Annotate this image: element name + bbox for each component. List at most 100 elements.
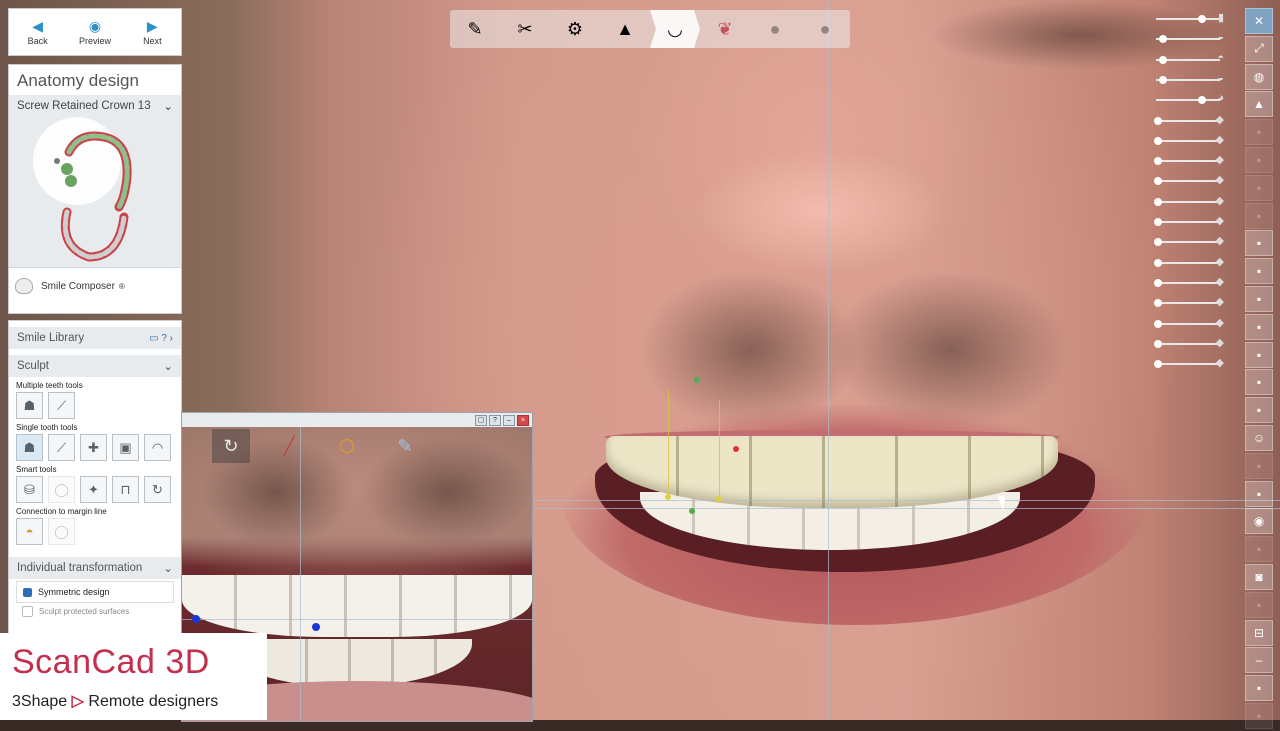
smart-crop-icon[interactable]: ⊓ bbox=[112, 476, 139, 503]
visibility-slider[interactable]: ◆ bbox=[1150, 276, 1224, 288]
slider-knob[interactable] bbox=[1154, 157, 1162, 166]
single-tooth-sculpt-icon[interactable]: ☗ bbox=[16, 434, 43, 461]
screw-icon[interactable]: ◆ bbox=[1216, 275, 1224, 288]
flatten-icon[interactable]: ◠ bbox=[144, 434, 171, 461]
smart-rotate-icon[interactable]: ↻ bbox=[144, 476, 171, 503]
frame-icon[interactable]: ▪ bbox=[1245, 397, 1273, 424]
visibility-slider[interactable]: ◆ bbox=[1150, 235, 1224, 247]
smart-contact-icon[interactable]: ◯ bbox=[48, 476, 75, 503]
slider-knob[interactable] bbox=[1154, 319, 1162, 328]
cut-icon[interactable]: ◆ bbox=[1216, 133, 1224, 146]
slider-knob[interactable] bbox=[1154, 339, 1162, 348]
visibility-slider[interactable]: ◆ bbox=[1150, 154, 1224, 166]
split-icon[interactable]: ⊟ bbox=[1245, 619, 1273, 646]
margin-disconnect-icon[interactable]: ◯ bbox=[48, 518, 75, 545]
tooth-icon[interactable]: ◆ bbox=[1216, 153, 1224, 166]
preview-button[interactable]: ◉ Preview bbox=[66, 9, 123, 55]
add-material-icon[interactable]: ✚ bbox=[80, 434, 107, 461]
globe-icon[interactable]: ◍ bbox=[1245, 63, 1273, 90]
cap-step-icon[interactable]: ▲ bbox=[600, 10, 650, 48]
inset-guide[interactable] bbox=[300, 427, 301, 721]
cap-icon[interactable]: ◆ bbox=[1216, 113, 1224, 126]
implant-icon[interactable]: ◆ bbox=[1216, 255, 1224, 268]
tooth-view-icon[interactable]: ▪ bbox=[1245, 341, 1273, 368]
rotate-icon[interactable]: ↻ bbox=[212, 429, 250, 463]
visibility-slider[interactable]: ◆ bbox=[1150, 215, 1224, 227]
canine-guide-right[interactable] bbox=[719, 400, 720, 500]
points-icon[interactable]: ⬡ bbox=[328, 429, 366, 463]
help-icon[interactable]: ? bbox=[489, 414, 501, 426]
finish-step-icon[interactable]: ● bbox=[800, 10, 850, 48]
smile-composer-row[interactable]: Smile Composer ® bbox=[9, 268, 181, 304]
back-button[interactable]: ◀ Back bbox=[9, 9, 66, 55]
layer-icon[interactable]: ▪ bbox=[1245, 202, 1273, 229]
gingiva-icon[interactable]: ◓ bbox=[1217, 52, 1224, 64]
antagonist-icon[interactable]: ◒ bbox=[1217, 31, 1224, 43]
gingiva-step-icon[interactable]: ❦ bbox=[700, 10, 750, 48]
control-point[interactable] bbox=[192, 615, 200, 623]
abutment-view-icon[interactable]: ▪ bbox=[1245, 369, 1273, 396]
visibility-slider[interactable]: ◒ bbox=[1150, 31, 1224, 44]
restoration-selector[interactable]: Screw Retained Crown 13 ⌄ bbox=[9, 95, 181, 117]
margin-step-icon[interactable]: ✎ bbox=[450, 10, 500, 48]
visibility-slider[interactable]: ◓ bbox=[1150, 52, 1224, 65]
section-icon[interactable]: ▪ bbox=[1245, 313, 1273, 340]
multi-teeth-smooth-icon[interactable]: ⟋ bbox=[48, 392, 75, 419]
remove-material-icon[interactable]: ▣ bbox=[112, 434, 139, 461]
face-icon[interactable]: ◆ bbox=[1216, 234, 1224, 247]
tooth-chart[interactable] bbox=[9, 117, 181, 268]
sphere-icon[interactable]: ◉ bbox=[1245, 508, 1273, 535]
canine-guide-left[interactable] bbox=[668, 390, 669, 500]
slider-knob[interactable] bbox=[1198, 96, 1207, 105]
individual-transformation-header[interactable]: Individual transformation ⌄ bbox=[9, 557, 181, 579]
scan-icon[interactable]: ◒ bbox=[1217, 72, 1224, 84]
smile-icon[interactable]: ◆ bbox=[1216, 214, 1224, 227]
minimize-icon[interactable]: – bbox=[503, 414, 515, 426]
snapshot-icon[interactable]: ▪ bbox=[1245, 675, 1273, 702]
single-tooth-smooth-icon[interactable]: ⟋ bbox=[48, 434, 75, 461]
slider-knob[interactable] bbox=[1154, 136, 1162, 145]
slider-knob[interactable] bbox=[1159, 35, 1168, 44]
copy-icon[interactable]: ▪ bbox=[1245, 119, 1273, 146]
control-point[interactable] bbox=[665, 494, 671, 500]
control-point[interactable] bbox=[733, 446, 739, 452]
visibility-slider[interactable]: ◒ bbox=[1150, 72, 1224, 85]
connector-step-icon[interactable]: ● bbox=[750, 10, 800, 48]
smile-line-guide[interactable] bbox=[531, 500, 1280, 501]
prep-icon[interactable]: ◆ bbox=[1216, 173, 1224, 186]
slider-knob[interactable] bbox=[1154, 116, 1162, 125]
margin-connect-icon[interactable]: ◓ bbox=[16, 518, 43, 545]
visibility-slider[interactable]: ◆ bbox=[1150, 174, 1224, 186]
visibility-slider[interactable]: ◆ bbox=[1150, 337, 1224, 349]
analog-icon[interactable]: ◆ bbox=[1216, 295, 1224, 308]
paste-icon[interactable]: ▪ bbox=[1245, 146, 1273, 173]
camera-icon[interactable]: ◙ bbox=[1245, 563, 1273, 590]
face-view-icon[interactable]: ☺ bbox=[1245, 424, 1273, 451]
line-icon[interactable]: ╱ bbox=[270, 429, 308, 463]
sculpt-header[interactable]: Sculpt ⌄ bbox=[9, 355, 181, 377]
driver-icon[interactable]: ◆ bbox=[1216, 336, 1224, 349]
visibility-slider[interactable]: ◕ bbox=[1150, 92, 1224, 105]
blank-icon[interactable]: ▪ bbox=[1245, 452, 1273, 479]
slider-knob[interactable] bbox=[1154, 238, 1162, 247]
slider-knob[interactable] bbox=[1154, 177, 1162, 186]
green-abutment-icon[interactable]: ◆ bbox=[1216, 316, 1224, 329]
slider-knob[interactable] bbox=[1154, 258, 1162, 267]
visibility-slider[interactable]: ▮ bbox=[1150, 12, 1224, 24]
smile-library-header[interactable]: Smile Library ▭ ? › bbox=[9, 327, 181, 349]
screen-icon[interactable]: ▭ bbox=[149, 333, 158, 344]
visibility-slider[interactable]: ◆ bbox=[1150, 357, 1224, 369]
ruler-icon[interactable]: ▪ bbox=[1245, 258, 1273, 285]
inset-guide[interactable] bbox=[182, 619, 532, 620]
visibility-slider[interactable]: ◆ bbox=[1150, 256, 1224, 268]
scissors-step-icon[interactable]: ✂ bbox=[500, 10, 550, 48]
control-point[interactable] bbox=[312, 623, 320, 631]
fullscreen-icon[interactable]: ⤢ bbox=[1245, 35, 1273, 62]
visibility-slider[interactable]: ◆ bbox=[1150, 296, 1224, 308]
visibility-slider[interactable]: ◆ bbox=[1150, 317, 1224, 329]
ruler2-icon[interactable]: ▪ bbox=[1245, 285, 1273, 312]
control-point[interactable] bbox=[694, 377, 700, 383]
close-icon[interactable]: × bbox=[517, 414, 529, 426]
model-icon[interactable]: ▮ bbox=[1218, 11, 1224, 24]
help-icon[interactable]: ? bbox=[161, 333, 167, 344]
